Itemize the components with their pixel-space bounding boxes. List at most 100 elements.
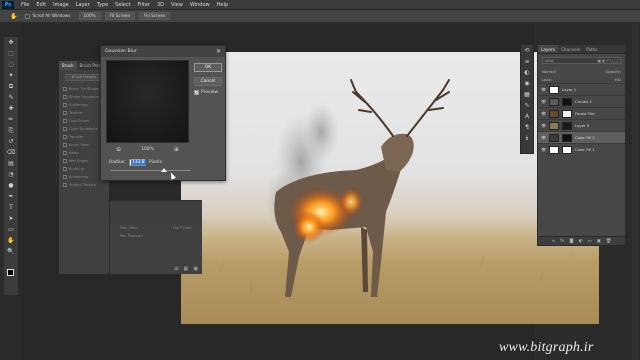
layer-row[interactable]: 👁 Forest Fire xyxy=(538,107,625,119)
zoom-out-icon[interactable]: ⊖ xyxy=(116,146,121,153)
radius-value: 133.8 xyxy=(130,160,146,165)
new-brush-icon[interactable]: ▣ xyxy=(193,266,198,272)
filter-preview-window[interactable] xyxy=(106,60,189,143)
move-tool-icon[interactable]: ✥ xyxy=(4,37,18,48)
layer-name: Color Fill 2 xyxy=(575,135,595,140)
zoom-tool-icon[interactable]: 🔍 xyxy=(4,246,18,257)
info-icon[interactable]: ℹ xyxy=(521,133,533,144)
lasso-tool-icon[interactable]: ◌ xyxy=(4,59,18,70)
tab-brush[interactable]: Brush xyxy=(59,61,77,70)
blur-tool-icon[interactable]: ◔ xyxy=(4,169,18,180)
gradient-icon[interactable]: ▤ xyxy=(4,158,18,169)
properties-icon[interactable]: ≡ xyxy=(521,56,533,67)
checkmark-icon: ✓ xyxy=(194,89,199,95)
grid-icon[interactable]: ▦ xyxy=(184,266,189,272)
menu-layer[interactable]: Layer xyxy=(76,2,90,8)
brush-setting-item[interactable]: Protect Texture xyxy=(59,181,109,189)
menu-3d[interactable]: 3D xyxy=(157,2,164,8)
radius-slider-handle[interactable] xyxy=(160,168,167,172)
history-brush-icon[interactable]: ↺ xyxy=(4,136,18,147)
layer-row[interactable]: 👁 Curves 1 xyxy=(538,95,625,107)
layer-name: Forest Fire xyxy=(575,111,595,116)
layer-kind-filter[interactable]: Kind ▣ ◐ T ◇ ▢ xyxy=(542,57,621,64)
layer-thumbnail xyxy=(549,133,559,142)
menu-select[interactable]: Select xyxy=(115,2,130,8)
color-icon[interactable]: ◉ xyxy=(521,78,533,89)
visibility-eye-icon[interactable]: 👁 xyxy=(541,147,546,153)
history-icon[interactable]: ⟲ xyxy=(521,45,533,56)
fill-screen-button[interactable]: Fill Screen xyxy=(139,12,171,20)
brush-panel-icon[interactable]: ✎ xyxy=(521,100,533,111)
crop-tool-icon[interactable]: ⧉ xyxy=(4,81,18,92)
paragraph-icon[interactable]: ¶ xyxy=(521,122,533,133)
brush-settings-icon[interactable]: ⊞ xyxy=(174,266,178,272)
layer-mask-thumbnail[interactable] xyxy=(562,121,572,130)
menu-type[interactable]: Type xyxy=(97,2,108,8)
cancel-button[interactable]: Cancel xyxy=(194,77,222,86)
close-icon[interactable]: ✕ xyxy=(216,48,221,55)
layers-panel: Layers Channels Paths Kind ▣ ◐ T ◇ ▢ Nor… xyxy=(537,44,626,246)
foreground-color-swatch[interactable] xyxy=(7,269,14,276)
menu-filter[interactable]: Filter xyxy=(138,2,150,8)
zoom-in-icon[interactable]: ⊕ xyxy=(174,146,179,153)
fx-icon[interactable]: fx xyxy=(560,239,564,244)
adjustment-layer-icon[interactable]: ◐ xyxy=(579,239,583,244)
clone-stamp-icon[interactable]: ⎘ xyxy=(4,125,18,136)
scroll-all-windows-checkbox[interactable]: Scroll All Windows xyxy=(21,12,74,20)
preview-checkbox[interactable]: ✓ Preview xyxy=(194,90,218,95)
dialog-title: Gaussian Blur xyxy=(105,49,137,54)
link-layers-icon[interactable]: ∞ xyxy=(552,239,556,244)
eyedropper-icon[interactable]: ✎ xyxy=(4,92,18,103)
hand-tool-icon[interactable]: ✋ xyxy=(4,235,18,246)
visibility-eye-icon[interactable]: 👁 xyxy=(541,87,546,93)
blend-mode-select[interactable]: Normal xyxy=(542,69,556,74)
shape-tool-icon[interactable]: ▭ xyxy=(4,224,18,235)
menu-window[interactable]: Window xyxy=(190,2,210,8)
new-layer-icon[interactable]: ▣ xyxy=(597,239,601,244)
radius-input[interactable]: 133.8 xyxy=(128,159,146,166)
visibility-eye-icon[interactable]: 👁 xyxy=(541,111,546,117)
visibility-eye-icon[interactable]: 👁 xyxy=(541,99,546,105)
visibility-eye-icon[interactable]: 👁 xyxy=(541,135,546,141)
layer-row[interactable]: 👁 Color Fill 2 xyxy=(538,131,625,143)
layer-mask-thumbnail[interactable] xyxy=(562,97,572,106)
trash-icon[interactable]: 🗑 xyxy=(606,239,612,244)
pen-tool-icon[interactable]: ✒ xyxy=(4,191,18,202)
layer-mask-thumbnail[interactable] xyxy=(562,145,572,154)
menu-view[interactable]: View xyxy=(171,2,183,8)
eraser-icon[interactable]: ⌫ xyxy=(4,147,18,158)
type-tool-icon[interactable]: T xyxy=(4,202,18,213)
tab-paths[interactable]: Paths xyxy=(583,45,600,53)
add-mask-icon[interactable]: ◙ xyxy=(569,239,573,244)
menu-image[interactable]: Image xyxy=(53,2,69,8)
quick-select-icon[interactable]: ✦ xyxy=(4,70,18,81)
fit-screen-button[interactable]: Fit Screen xyxy=(104,12,136,20)
healing-brush-icon[interactable]: ✚ xyxy=(4,103,18,114)
preview-label: Preview xyxy=(201,90,219,95)
visibility-eye-icon[interactable]: 👁 xyxy=(541,123,546,129)
marquee-tool-icon[interactable]: ⬚ xyxy=(4,48,18,59)
layer-row[interactable]: 👁 Layer 1 xyxy=(538,83,625,95)
lock-fill-row: Lock: Fill: xyxy=(538,75,625,83)
menu-file[interactable]: File xyxy=(21,2,29,8)
radius-slider-track[interactable] xyxy=(111,170,191,171)
layer-row[interactable]: 👁 Layer 0 xyxy=(538,119,625,131)
path-select-icon[interactable]: ➤ xyxy=(4,213,18,224)
ok-button[interactable]: OK xyxy=(194,63,222,72)
character-icon[interactable]: A xyxy=(521,111,533,122)
group-icon[interactable]: ▭ xyxy=(588,239,592,244)
brush-tool-icon[interactable]: ✏ xyxy=(4,114,18,125)
swatches-icon[interactable]: ▦ xyxy=(521,89,533,100)
tab-channels[interactable]: Channels xyxy=(558,45,583,53)
dialog-titlebar[interactable]: Gaussian Blur ✕ xyxy=(101,46,225,57)
tab-layers[interactable]: Layers xyxy=(538,45,558,53)
menu-edit[interactable]: Edit xyxy=(36,2,46,8)
menu-help[interactable]: Help xyxy=(217,2,228,8)
brush-presets-button[interactable]: Brush Presets xyxy=(65,74,103,81)
layer-mask-thumbnail[interactable] xyxy=(562,133,572,142)
layer-mask-thumbnail[interactable] xyxy=(562,109,572,118)
layer-row[interactable]: 👁 Color Fill 1 xyxy=(538,143,625,155)
zoom-100-button[interactable]: 100% xyxy=(78,12,101,20)
adjustments-icon[interactable]: ◐ xyxy=(521,67,533,78)
dodge-tool-icon[interactable]: ● xyxy=(4,180,18,191)
